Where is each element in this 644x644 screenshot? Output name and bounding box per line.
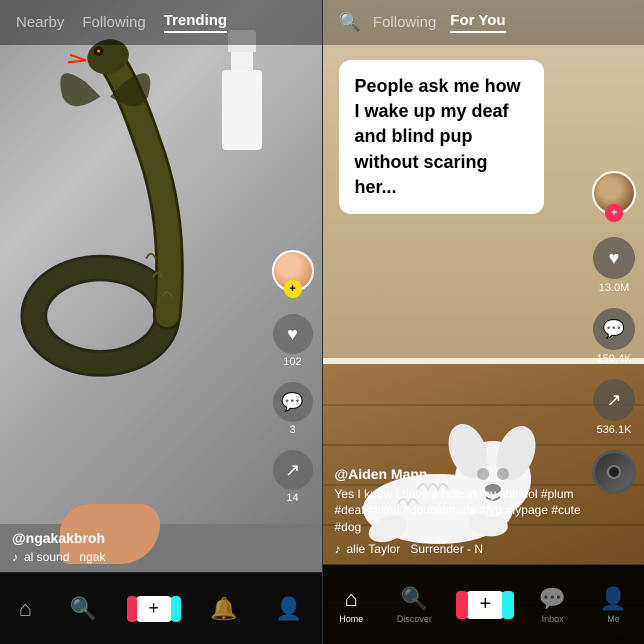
home-icon: ⌂ bbox=[19, 596, 32, 622]
right-discover-label: Discover bbox=[397, 614, 432, 624]
right-home-nav[interactable]: ⌂ Home bbox=[339, 586, 363, 624]
right-bottom-nav: ⌂ Home 🔍 Discover + 💬 Inbox 👤 Me bbox=[323, 564, 644, 644]
left-panel: Nearby Following Trending bbox=[0, 0, 322, 644]
search-icon: 🔍 bbox=[70, 596, 97, 622]
follow-plus-badge[interactable]: + bbox=[284, 280, 302, 298]
right-share-icon: ↗ bbox=[593, 379, 635, 421]
right-music-row: ♪ alie Taylor Surrender - N bbox=[335, 542, 585, 556]
bell-icon: 🔔 bbox=[210, 596, 237, 622]
right-panel: 🔍 Following For You People ask me how I … bbox=[323, 0, 644, 644]
left-username[interactable]: @ngakakbroh bbox=[12, 530, 262, 546]
right-inbox-label: Inbox bbox=[542, 614, 564, 624]
right-comment-icon: 💬 bbox=[593, 308, 635, 350]
right-comment-button[interactable]: 💬 159.4K bbox=[593, 308, 635, 365]
right-inbox-icon: 💬 bbox=[539, 586, 566, 612]
left-action-buttons: + ♥ 102 💬 3 ↗ 14 bbox=[272, 250, 314, 504]
right-description: Yes I know I have a hole in my shirt lol… bbox=[335, 486, 585, 536]
right-search-icon[interactable]: 🔍 bbox=[339, 12, 361, 33]
like-button[interactable]: ♥ 102 bbox=[273, 314, 313, 368]
bottle-body bbox=[222, 70, 262, 150]
person-icon: 👤 bbox=[275, 596, 302, 622]
right-search-nav-icon: 🔍 bbox=[401, 586, 428, 612]
share-icon: ↗ bbox=[273, 450, 313, 490]
comment-icon: 💬 bbox=[273, 382, 313, 422]
music-disc bbox=[592, 450, 636, 494]
home-nav-button[interactable]: ⌂ bbox=[19, 596, 32, 622]
profile-nav-button[interactable]: 👤 bbox=[275, 596, 302, 622]
right-share-button[interactable]: ↗ 536.1K bbox=[593, 379, 635, 436]
music-note-icon: ♪ bbox=[12, 550, 18, 564]
comment-count: 3 bbox=[289, 424, 295, 436]
heart-icon: ♥ bbox=[273, 314, 313, 354]
right-music-note-icon: ♪ bbox=[335, 542, 341, 556]
right-like-button[interactable]: ♥ 13.0M bbox=[593, 237, 635, 294]
comment-button[interactable]: 💬 3 bbox=[273, 382, 313, 436]
share-count: 14 bbox=[286, 492, 298, 504]
add-icon: + bbox=[135, 596, 173, 622]
right-profile-icon: 👤 bbox=[600, 586, 627, 612]
right-home-label: Home bbox=[339, 614, 363, 624]
right-heart-icon: ♥ bbox=[593, 237, 635, 279]
right-me-label: Me bbox=[607, 614, 620, 624]
search-nav-button[interactable]: 🔍 bbox=[70, 596, 97, 622]
right-share-count: 536.1K bbox=[597, 424, 632, 436]
left-video: + ♥ 102 💬 3 ↗ 14 @ngakakbroh ♪ al sound bbox=[0, 0, 322, 644]
right-creator-avatar-container: + bbox=[592, 171, 636, 215]
left-header: Nearby Following Trending bbox=[0, 0, 322, 45]
right-like-count: 13.0M bbox=[599, 282, 630, 294]
right-header: 🔍 Following For You bbox=[323, 0, 644, 45]
right-home-icon: ⌂ bbox=[345, 586, 358, 612]
right-follow-plus-badge[interactable]: + bbox=[605, 204, 623, 222]
caption-box: People ask me how I wake up my deaf and … bbox=[339, 60, 545, 214]
right-music-text: alie Taylor Surrender - N bbox=[347, 542, 484, 556]
caption-text: People ask me how I wake up my deaf and … bbox=[355, 74, 529, 200]
nav-following[interactable]: Following bbox=[82, 14, 145, 31]
music-disc-inner bbox=[607, 465, 621, 479]
add-nav-button[interactable]: + bbox=[135, 596, 173, 622]
right-me-nav[interactable]: 👤 Me bbox=[600, 586, 627, 624]
nav-trending[interactable]: Trending bbox=[164, 12, 227, 33]
like-count: 102 bbox=[283, 356, 301, 368]
creator-avatar-container: + bbox=[272, 250, 314, 292]
left-bottom-nav: ⌂ 🔍 + 🔔 👤 bbox=[0, 572, 322, 644]
right-username[interactable]: @Aiden Mann bbox=[335, 466, 585, 482]
right-action-buttons: + ♥ 13.0M 💬 159.4K ↗ 536.1K bbox=[592, 171, 636, 494]
right-add-icon: + bbox=[465, 591, 505, 619]
right-discover-nav[interactable]: 🔍 Discover bbox=[397, 586, 432, 624]
bottle bbox=[222, 30, 262, 150]
right-user-info: @Aiden Mann Yes I know I have a hole in … bbox=[335, 466, 585, 556]
notification-nav-button[interactable]: 🔔 bbox=[210, 596, 237, 622]
right-inbox-nav[interactable]: 💬 Inbox bbox=[539, 586, 566, 624]
left-user-info: @ngakakbroh ♪ al sound ngak bbox=[12, 530, 262, 564]
nav-nearby[interactable]: Nearby bbox=[16, 14, 64, 31]
bottle-neck bbox=[231, 52, 253, 70]
share-button[interactable]: ↗ 14 bbox=[273, 450, 313, 504]
music-row: ♪ al sound ngak bbox=[12, 550, 262, 564]
right-add-nav[interactable]: + bbox=[465, 591, 505, 619]
snake-illustration bbox=[10, 30, 210, 430]
right-nav-following[interactable]: Following bbox=[373, 14, 436, 31]
right-comment-count: 159.4K bbox=[597, 353, 632, 365]
music-text: al sound ngak bbox=[24, 550, 105, 564]
right-nav-foryou[interactable]: For You bbox=[450, 12, 505, 33]
